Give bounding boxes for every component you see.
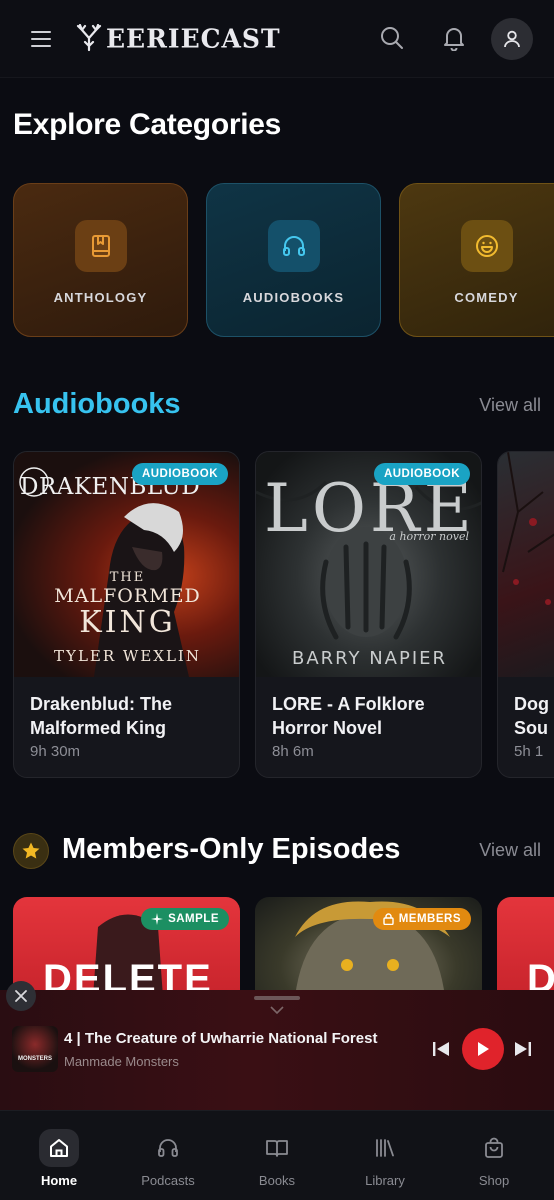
logo-text: EERIECAST [106,22,281,54]
category-comedy[interactable]: COMEDY [399,183,554,337]
audiobooks-view-all-link[interactable]: View all [479,395,541,416]
cover-title-3: KING [79,605,176,640]
members-only-title: Members-Only Episodes [62,833,401,865]
card-duration: 5h 1 [514,743,544,760]
audiobook-badge: AUDIOBOOK [131,463,228,485]
skip-back-icon [433,1042,449,1056]
category-label: AUDIOBOOKS [242,290,345,305]
user-icon [504,30,520,48]
card-duration: 9h 30m [30,743,81,760]
open-book-icon [257,1129,297,1167]
nav-books[interactable]: Books [229,1129,325,1188]
deer-antlers-icon [76,24,102,52]
cover-author: TYLER WEXLIN [54,647,201,665]
sample-badge: SAMPLE [141,908,229,930]
home-icon [39,1129,79,1167]
profile-button[interactable] [491,18,533,60]
cover-image: DRAKENBLUD THE MALFORMED KING TYLER WEXL… [14,452,239,677]
eeriecast-logo[interactable]: EERIECAST [74,20,281,56]
play-icon [478,1042,489,1056]
next-track-button[interactable] [512,1038,534,1060]
sparkle-icon [151,913,164,925]
close-player-button[interactable] [6,981,36,1011]
nav-label: Library [365,1173,405,1188]
skip-forward-icon [515,1042,531,1056]
episode-title: 4 | The Creature of Uwharrie National Fo… [64,1030,378,1047]
audiobook-card-partial[interactable]: Dog Sou 5h 1 [497,451,554,778]
nav-shop[interactable]: Shop [446,1129,542,1188]
shopping-bag-icon [474,1129,514,1167]
search-icon[interactable] [374,20,410,56]
cover-title-2: MALFORMED [54,585,201,607]
members-card-creature[interactable]: MEMBERS [255,897,482,997]
audiobook-card-drakenblud[interactable]: DRAKENBLUD THE MALFORMED KING TYLER WEXL… [13,451,240,778]
top-app-bar: EERIECAST [0,0,554,78]
nav-library[interactable]: Library [337,1129,433,1188]
category-label: COMEDY [454,290,519,305]
episode-thumbnail: MONSTERS [12,1026,58,1072]
close-icon [15,990,27,1002]
chevron-down-icon[interactable] [270,1006,284,1014]
cover-image: LORE a horror novel BARRY NAPIER AUDIOBO… [256,452,481,677]
card-title-line-2: Sou [514,718,548,738]
bottom-navigation: Home Podcasts Books Library Shop [0,1110,554,1200]
headphones-icon [148,1129,188,1167]
card-title-line-1: Dog [514,694,549,714]
star-icon [13,833,49,869]
mini-player[interactable]: MONSTERS 4 | The Creature of Uwharrie Na… [0,990,554,1110]
smile-icon [460,220,513,272]
cover-title-1: THE [109,570,146,585]
audiobook-badge: AUDIOBOOK [373,463,470,485]
bell-icon[interactable] [436,20,472,56]
thumb-text: MONSTERS [17,1056,52,1062]
nav-label: Books [258,1173,296,1188]
card-title: LORE - A Folklore Horror Novel [272,694,425,738]
category-audiobooks[interactable]: AUDIOBOOKS [206,183,381,337]
nav-podcasts[interactable]: Podcasts [120,1129,216,1188]
menu-icon[interactable] [28,26,54,52]
members-card-delete[interactable]: DELETE SAMPLE [13,897,240,997]
cover-subtitle: a horror novel [389,530,469,543]
card-title: Drakenblud: The Malformed King [30,694,173,738]
book-icon [74,220,127,272]
lock-icon [383,913,394,925]
cover-image [498,452,554,677]
nav-label: Home [40,1173,78,1188]
card-duration: 8h 6m [272,743,314,760]
category-anthology[interactable]: ANTHOLOGY [13,183,188,337]
category-label: ANTHOLOGY [53,290,148,305]
audiobooks-title: Audiobooks [13,388,181,420]
previous-track-button[interactable] [430,1038,452,1060]
members-badge: MEMBERS [372,908,471,930]
audiobook-card-lore[interactable]: LORE a horror novel BARRY NAPIER AUDIOBO… [255,451,482,778]
headphones-icon [267,220,320,272]
nav-label: Shop [478,1173,510,1188]
play-button[interactable] [462,1028,504,1070]
player-drag-handle[interactable] [254,996,300,1000]
library-icon [365,1129,405,1167]
members-view-all-link[interactable]: View all [479,840,541,861]
nav-home[interactable]: Home [11,1129,107,1188]
nav-label: Podcasts [141,1173,195,1188]
podcast-name: Manmade Monsters [64,1054,179,1069]
cover-author: BARRY NAPIER [291,648,448,669]
members-card-partial[interactable]: D [497,897,554,997]
explore-categories-title: Explore Categories [13,108,282,141]
